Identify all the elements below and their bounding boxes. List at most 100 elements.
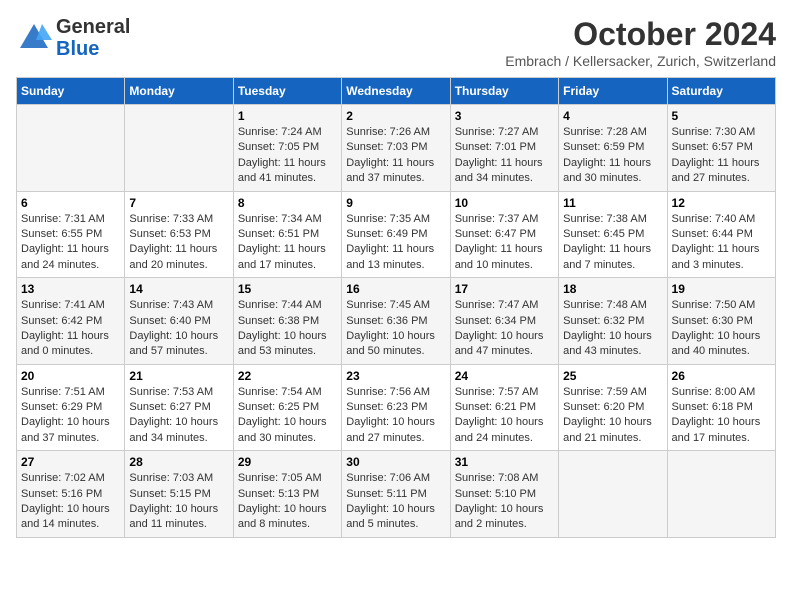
day-info: Sunrise: 7:24 AMSunset: 7:05 PMDaylight:…: [238, 125, 337, 187]
day-number: 19: [672, 282, 771, 296]
logo: GeneralBlue: [16, 16, 130, 60]
calendar-day-cell: 28Sunrise: 7:03 AMSunset: 5:15 PMDayligh…: [125, 451, 233, 538]
calendar-day-cell: 4 Sunrise: 7:28 AMSunset: 6:59 PMDaylight…: [559, 105, 667, 192]
day-number: 25: [563, 369, 662, 383]
calendar-day-cell: 5 Sunrise: 7:30 AMSunset: 6:57 PMDaylight…: [667, 105, 775, 192]
calendar-day-cell: 10 Sunrise: 7:37 AMSunset: 6:47 PMDayligh…: [450, 191, 558, 278]
day-number: 1: [238, 109, 337, 123]
calendar-week-row: 20 Sunrise: 7:51 AMSunset: 6:29 PMDayligh…: [17, 364, 776, 451]
calendar-day-cell: [125, 105, 233, 192]
calendar-day-cell: 16 Sunrise: 7:45 AMSunset: 6:36 PMDayligh…: [342, 278, 450, 365]
day-number: 13: [21, 282, 120, 296]
day-info: Sunrise: 7:40 AMSunset: 6:44 PMDaylight:…: [672, 212, 771, 274]
calendar-table: SundayMondayTuesdayWednesdayThursdayFrid…: [16, 77, 776, 538]
day-number: 27: [21, 455, 120, 469]
day-info: Sunrise: 7:28 AMSunset: 6:59 PMDaylight:…: [563, 125, 662, 187]
logo-blue: Blue: [56, 38, 99, 60]
calendar-day-cell: 26 Sunrise: 8:00 AMSunset: 6:18 PMDayligh…: [667, 364, 775, 451]
day-number: 7: [129, 196, 228, 210]
calendar-day-cell: 1 Sunrise: 7:24 AMSunset: 7:05 PMDaylight…: [233, 105, 341, 192]
day-number: 30: [346, 455, 445, 469]
day-info: Sunrise: 7:53 AMSunset: 6:27 PMDaylight:…: [129, 385, 228, 447]
calendar-day-cell: [559, 451, 667, 538]
calendar-day-cell: 21 Sunrise: 7:53 AMSunset: 6:27 PMDayligh…: [125, 364, 233, 451]
day-info: Sunrise: 7:30 AMSunset: 6:57 PMDaylight:…: [672, 125, 771, 187]
day-number: 22: [238, 369, 337, 383]
weekday-header: Saturday: [667, 78, 775, 105]
location-title: Embrach / Kellersacker, Zurich, Switzerl…: [505, 53, 776, 69]
day-info: Sunrise: 7:35 AMSunset: 6:49 PMDaylight:…: [346, 212, 445, 274]
day-number: 20: [21, 369, 120, 383]
day-info: Sunrise: 7:08 AMSunset: 5:10 PMDaylight:…: [455, 471, 554, 533]
day-number: 5: [672, 109, 771, 123]
calendar-day-cell: 6 Sunrise: 7:31 AMSunset: 6:55 PMDaylight…: [17, 191, 125, 278]
day-number: 17: [455, 282, 554, 296]
calendar-day-cell: 23 Sunrise: 7:56 AMSunset: 6:23 PMDayligh…: [342, 364, 450, 451]
day-info: Sunrise: 8:00 AMSunset: 6:18 PMDaylight:…: [672, 385, 771, 447]
day-info: Sunrise: 7:44 AMSunset: 6:38 PMDaylight:…: [238, 298, 337, 360]
calendar-day-cell: 14Sunrise: 7:43 AMSunset: 6:40 PMDayligh…: [125, 278, 233, 365]
calendar-day-cell: 9 Sunrise: 7:35 AMSunset: 6:49 PMDaylight…: [342, 191, 450, 278]
calendar-day-cell: 7 Sunrise: 7:33 AMSunset: 6:53 PMDaylight…: [125, 191, 233, 278]
day-number: 12: [672, 196, 771, 210]
day-info: Sunrise: 7:31 AMSunset: 6:55 PMDaylight:…: [21, 212, 120, 274]
day-number: 21: [129, 369, 228, 383]
day-number: 24: [455, 369, 554, 383]
calendar-day-cell: 27Sunrise: 7:02 AMSunset: 5:16 PMDayligh…: [17, 451, 125, 538]
calendar-day-cell: 2 Sunrise: 7:26 AMSunset: 7:03 PMDaylight…: [342, 105, 450, 192]
day-number: 8: [238, 196, 337, 210]
day-number: 18: [563, 282, 662, 296]
day-info: Sunrise: 7:56 AMSunset: 6:23 PMDaylight:…: [346, 385, 445, 447]
calendar-day-cell: 25Sunrise: 7:59 AMSunset: 6:20 PMDayligh…: [559, 364, 667, 451]
day-info: Sunrise: 7:27 AMSunset: 7:01 PMDaylight:…: [455, 125, 554, 187]
logo-icon: [16, 20, 52, 56]
calendar-day-cell: 3 Sunrise: 7:27 AMSunset: 7:01 PMDaylight…: [450, 105, 558, 192]
calendar-day-cell: 11 Sunrise: 7:38 AMSunset: 6:45 PMDayligh…: [559, 191, 667, 278]
day-number: 16: [346, 282, 445, 296]
calendar-week-row: 27Sunrise: 7:02 AMSunset: 5:16 PMDayligh…: [17, 451, 776, 538]
calendar-day-cell: 22 Sunrise: 7:54 AMSunset: 6:25 PMDayligh…: [233, 364, 341, 451]
day-info: Sunrise: 7:54 AMSunset: 6:25 PMDaylight:…: [238, 385, 337, 447]
day-info: Sunrise: 7:48 AMSunset: 6:32 PMDaylight:…: [563, 298, 662, 360]
day-number: 26: [672, 369, 771, 383]
calendar-day-cell: 8 Sunrise: 7:34 AMSunset: 6:51 PMDaylight…: [233, 191, 341, 278]
weekday-header: Wednesday: [342, 78, 450, 105]
day-info: Sunrise: 7:57 AMSunset: 6:21 PMDaylight:…: [455, 385, 554, 447]
calendar-day-cell: 19Sunrise: 7:50 AMSunset: 6:30 PMDayligh…: [667, 278, 775, 365]
day-info: Sunrise: 7:47 AMSunset: 6:34 PMDaylight:…: [455, 298, 554, 360]
day-info: Sunrise: 7:34 AMSunset: 6:51 PMDaylight:…: [238, 212, 337, 274]
day-number: 28: [129, 455, 228, 469]
weekday-header: Monday: [125, 78, 233, 105]
day-info: Sunrise: 7:06 AMSunset: 5:11 PMDaylight:…: [346, 471, 445, 533]
calendar-day-cell: 20 Sunrise: 7:51 AMSunset: 6:29 PMDayligh…: [17, 364, 125, 451]
day-info: Sunrise: 7:51 AMSunset: 6:29 PMDaylight:…: [21, 385, 120, 447]
calendar-day-cell: [17, 105, 125, 192]
day-number: 3: [455, 109, 554, 123]
day-number: 23: [346, 369, 445, 383]
calendar-day-cell: 30 Sunrise: 7:06 AMSunset: 5:11 PMDayligh…: [342, 451, 450, 538]
day-info: Sunrise: 7:33 AMSunset: 6:53 PMDaylight:…: [129, 212, 228, 274]
day-number: 4: [563, 109, 662, 123]
weekday-header: Friday: [559, 78, 667, 105]
weekday-header-row: SundayMondayTuesdayWednesdayThursdayFrid…: [17, 78, 776, 105]
day-number: 6: [21, 196, 120, 210]
day-number: 2: [346, 109, 445, 123]
day-number: 11: [563, 196, 662, 210]
calendar-week-row: 13Sunrise: 7:41 AMSunset: 6:42 PMDayligh…: [17, 278, 776, 365]
day-info: Sunrise: 7:43 AMSunset: 6:40 PMDaylight:…: [129, 298, 228, 360]
day-info: Sunrise: 7:38 AMSunset: 6:45 PMDaylight:…: [563, 212, 662, 274]
weekday-header: Sunday: [17, 78, 125, 105]
calendar-day-cell: 29Sunrise: 7:05 AMSunset: 5:13 PMDayligh…: [233, 451, 341, 538]
calendar-day-cell: 17 Sunrise: 7:47 AMSunset: 6:34 PMDayligh…: [450, 278, 558, 365]
calendar-day-cell: [667, 451, 775, 538]
logo-text: GeneralBlue: [56, 16, 130, 60]
day-info: Sunrise: 7:26 AMSunset: 7:03 PMDaylight:…: [346, 125, 445, 187]
title-area: October 2024 Embrach / Kellersacker, Zur…: [505, 16, 776, 69]
page-header: GeneralBlue October 2024 Embrach / Kelle…: [16, 16, 776, 69]
day-number: 10: [455, 196, 554, 210]
day-number: 9: [346, 196, 445, 210]
day-info: Sunrise: 7:37 AMSunset: 6:47 PMDaylight:…: [455, 212, 554, 274]
month-title: October 2024: [505, 16, 776, 53]
day-info: Sunrise: 7:45 AMSunset: 6:36 PMDaylight:…: [346, 298, 445, 360]
calendar-day-cell: 31Sunrise: 7:08 AMSunset: 5:10 PMDayligh…: [450, 451, 558, 538]
